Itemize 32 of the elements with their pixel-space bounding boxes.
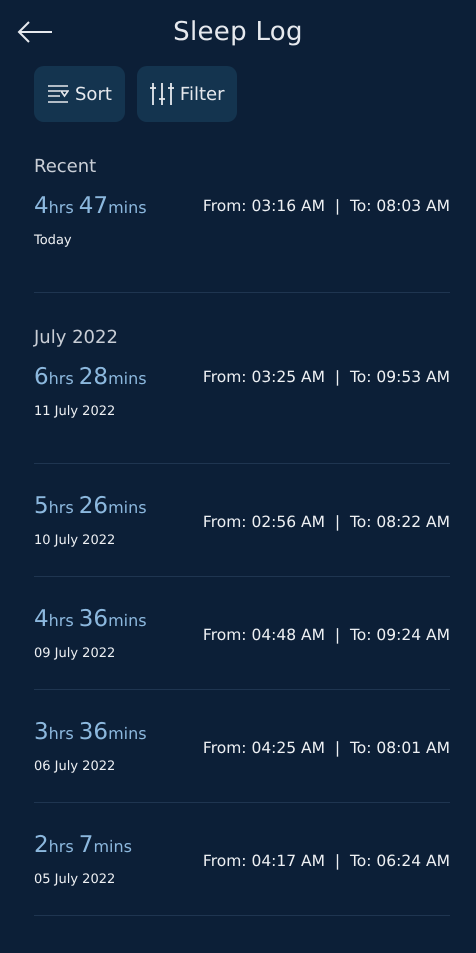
time-range: From: 04:25 AM | To: 08:01 AM xyxy=(202,739,450,757)
time-range: From: 03:25 AM | To: 09:53 AM xyxy=(202,368,450,386)
time-range: From: 03:16 AM | To: 08:03 AM xyxy=(202,197,450,215)
entry-date: 10 July 2022 xyxy=(34,532,116,548)
sleep-duration: 5hrs 26mins xyxy=(34,492,147,518)
time-range: From: 04:48 AM | To: 09:24 AM xyxy=(202,626,450,644)
sleep-entry[interactable]: 4hrs 47 mins Today From: 03:16 AM | To: 08:03 AM xyxy=(34,193,450,293)
entry-date: 09 July 2022 xyxy=(34,646,116,660)
sleep-entry[interactable]: 6hrs 28mins 11 July 2022 From: 03:25 AM | To: 09:53 AM xyxy=(34,364,450,464)
back-icon[interactable] xyxy=(17,21,53,43)
sort-button[interactable]: Sort xyxy=(34,66,125,122)
sleep-duration: 2 hrs 7 mins xyxy=(34,832,132,858)
entry-date: Today xyxy=(34,233,73,248)
sleep-duration: 3hrs 36mins xyxy=(34,718,147,744)
time-range: From: 04:17 AM | To: 06:24 AM xyxy=(202,852,450,870)
section-heading: July 2022 xyxy=(32,326,119,348)
sleep-entry[interactable]: 3hrs 36mins 06 July 2022 From: 04:25 AM | To: 08:01 AM xyxy=(34,690,450,803)
sleep-duration: 4hrs 36mins xyxy=(34,606,147,632)
page-title: Sleep Log xyxy=(173,17,303,47)
entry-date: 11 July 2022 xyxy=(34,404,116,419)
sliders-icon xyxy=(150,82,174,106)
entry-date: 06 July 2022 xyxy=(34,758,116,774)
sort-icon xyxy=(47,83,69,105)
sleep-entry[interactable]: 2 hrs 7 mins 05 July 2022 From: 04:17 AM | To: 06:24 AM xyxy=(34,803,450,916)
time-range: From: 02:56 AM | To: 08:22 AM xyxy=(202,513,450,531)
sleep-entry[interactable]: 4hrs 36mins 09 July 2022 From: 04:48 AM | To: 09:24 AM xyxy=(34,577,450,690)
section-heading: Recent xyxy=(33,155,98,177)
sleep-duration: 6hrs 28mins xyxy=(34,364,147,390)
sleep-duration: 4hrs 47 mins xyxy=(34,193,147,219)
filter-button[interactable]: Filter xyxy=(136,66,238,122)
sleep-entry[interactable]: 5hrs 26mins 10 July 2022 From: 02:56 AM | To: 08:22 AM xyxy=(34,464,450,577)
entry-date: 05 July 2022 xyxy=(34,872,116,886)
